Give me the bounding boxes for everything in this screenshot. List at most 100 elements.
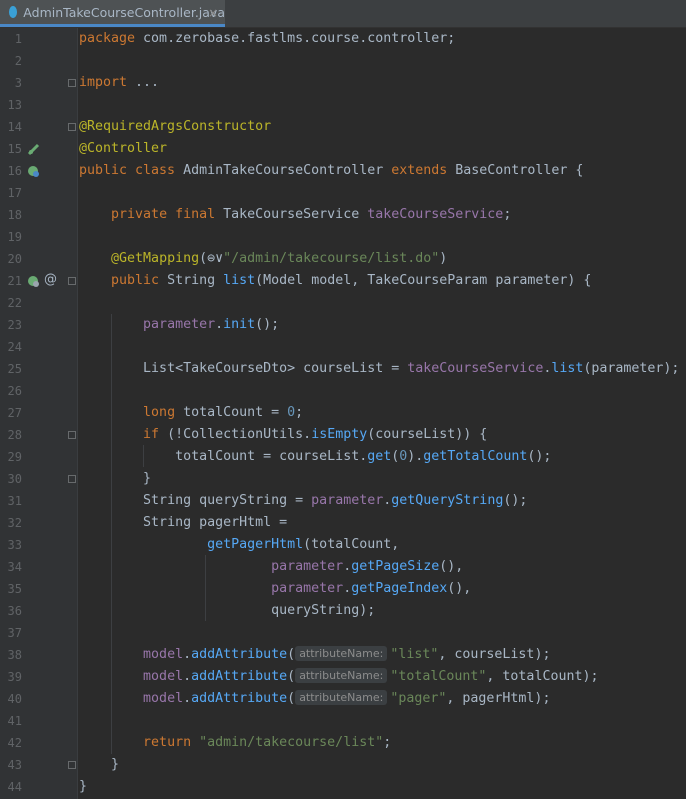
- line-number: 14: [7, 120, 22, 134]
- line-number: 13: [7, 98, 22, 112]
- code-line[interactable]: 28 if (!CollectionUtils.isEmpty(courseLi…: [0, 424, 686, 446]
- code-line[interactable]: 39 model.addAttribute(attributeName: "tot…: [0, 666, 686, 688]
- code-line[interactable]: 44}: [0, 776, 686, 798]
- code-token: (parameter);: [583, 361, 680, 376]
- line-number: 34: [7, 560, 22, 574]
- line-number: 29: [7, 450, 22, 464]
- code-token: model: [143, 691, 184, 706]
- code-line[interactable]: 14 @RequiredArgsConstructor: [0, 116, 686, 138]
- code-token: getQueryString: [391, 493, 504, 508]
- line-number: 35: [7, 582, 22, 596]
- code-line[interactable]: 19: [0, 226, 686, 248]
- code-token: extends: [391, 163, 456, 178]
- code-text: model.addAttribute(attributeName: "list",…: [79, 644, 550, 666]
- line-number: 43: [7, 758, 22, 772]
- code-token: addAttribute: [191, 691, 288, 706]
- line-number: 33: [7, 538, 22, 552]
- code-line[interactable]: 33 getPagerHtml(totalCount,: [0, 534, 686, 556]
- code-token: get: [367, 449, 392, 464]
- code-token: model: [143, 647, 184, 662]
- code-token: return: [143, 735, 200, 750]
- code-line[interactable]: 1 package com.zerobase.fastlms.course.con…: [0, 28, 686, 50]
- code-token: "/admin/takecourse/list.do": [223, 251, 440, 266]
- code-line[interactable]: 27 long totalCount = 0;: [0, 402, 686, 424]
- code-line[interactable]: 30 }: [0, 468, 686, 490]
- code-line[interactable]: 36 queryString);: [0, 600, 686, 622]
- code-text: }: [79, 468, 151, 490]
- editor-tab[interactable]: AdminTakeCourseController.java ×: [0, 0, 225, 27]
- code-line[interactable]: 42 return "admin/takecourse/list";: [0, 732, 686, 754]
- code-line[interactable]: 37: [0, 622, 686, 644]
- code-token: (totalCount,: [303, 537, 400, 552]
- code-token: (Model model, TakeCourseParam parameter)…: [255, 273, 592, 288]
- code-line[interactable]: 26: [0, 380, 686, 402]
- code-token: String queryString =: [143, 493, 312, 508]
- code-line[interactable]: 32 String pagerHtml =: [0, 512, 686, 534]
- code-token: addAttribute: [191, 647, 288, 662]
- code-line[interactable]: 2: [0, 50, 686, 72]
- code-line[interactable]: 43 }: [0, 754, 686, 776]
- line-number: 42: [7, 736, 22, 750]
- code-line[interactable]: 40 model.addAttribute(attributeName: "pag…: [0, 688, 686, 710]
- code-token: List<TakeCourseDto> courseList =: [143, 361, 408, 376]
- line-number: 3: [14, 76, 22, 90]
- code-token: @GetMapping: [111, 251, 200, 266]
- code-token: }: [143, 471, 152, 486]
- code-text: totalCount = courseList.get(0).getTotalC…: [79, 446, 551, 468]
- code-line[interactable]: 41: [0, 710, 686, 732]
- code-line[interactable]: 21 public String list(Model model, TakeC…: [0, 270, 686, 292]
- code-line[interactable]: 3 import ...: [0, 72, 686, 94]
- code-text: return "admin/takecourse/list";: [79, 732, 391, 754]
- code-token: takeCourseService: [367, 207, 504, 222]
- code-text: parameter.getPageSize(),: [79, 556, 463, 578]
- code-token: 0: [287, 405, 296, 420]
- code-line[interactable]: 13: [0, 94, 686, 116]
- code-token: isEmpty: [311, 427, 368, 442]
- code-line[interactable]: 25 List<TakeCourseDto> courseList = take…: [0, 358, 686, 380]
- code-line[interactable]: 18 private final TakeCourseService takeC…: [0, 204, 686, 226]
- code-text: }: [79, 776, 87, 798]
- code-token: "admin/takecourse/list": [199, 735, 384, 750]
- code-token: .: [183, 669, 192, 684]
- code-token: ): [439, 251, 448, 266]
- code-line[interactable]: 16 public class AdminTakeCourseController…: [0, 160, 686, 182]
- code-text: model.addAttribute(attributeName: "totalC…: [79, 666, 598, 688]
- code-line[interactable]: 24: [0, 336, 686, 358]
- code-line[interactable]: 35 parameter.getPageIndex(),: [0, 578, 686, 600]
- code-line[interactable]: 23 parameter.init();: [0, 314, 686, 336]
- line-number: 20: [7, 252, 22, 266]
- code-text: parameter.getPageIndex(),: [79, 578, 471, 600]
- code-line[interactable]: 29 totalCount = courseList.get(0).getTot…: [0, 446, 686, 468]
- code-line[interactable]: 22: [0, 292, 686, 314]
- code-line[interactable]: 31 String queryString = parameter.getQue…: [0, 490, 686, 512]
- line-number: 32: [7, 516, 22, 530]
- code-line[interactable]: 38 model.addAttribute(attributeName: "lis…: [0, 644, 686, 666]
- code-text: package com.zerobase.fastlms.course.cont…: [79, 28, 455, 50]
- parameter-hint: attributeName:: [295, 690, 388, 705]
- close-icon[interactable]: ×: [208, 6, 218, 20]
- code-line[interactable]: 34 parameter.getPageSize(),: [0, 556, 686, 578]
- code-line[interactable]: 20 @GetMapping(⊜∨"/admin/takecourse/list…: [0, 248, 686, 270]
- code-line[interactable]: 15 @Controller: [0, 138, 686, 160]
- code-token: com.zerobase.fastlms.course.controller;: [143, 31, 456, 46]
- line-number: 27: [7, 406, 22, 420]
- code-token: queryString);: [271, 603, 376, 618]
- code-line[interactable]: 17: [0, 182, 686, 204]
- line-number: 25: [7, 362, 22, 376]
- line-number: 21: [7, 274, 22, 288]
- line-number: 2: [14, 54, 22, 68]
- code-token: , pagerHtml);: [446, 691, 551, 706]
